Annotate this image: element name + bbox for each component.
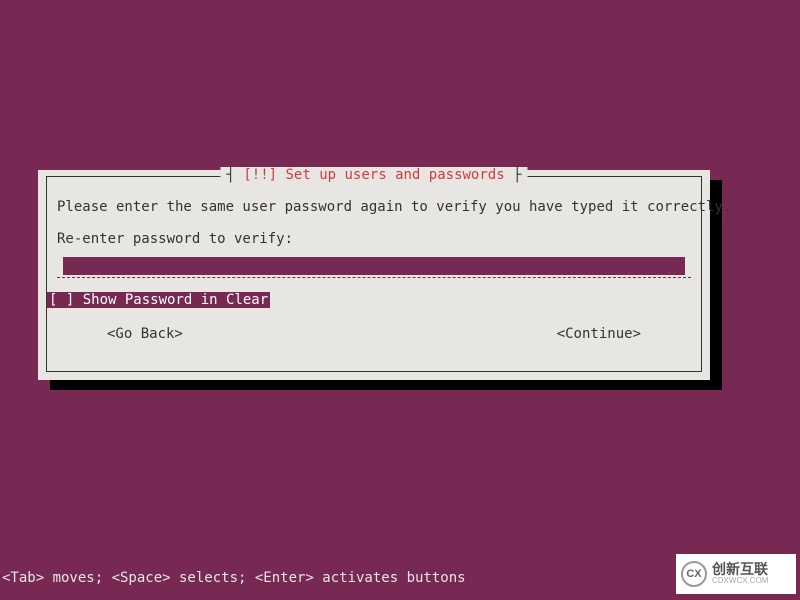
title-frame-right: ├ [505,167,522,183]
help-line: <Tab> moves; <Space> selects; <Enter> ac… [2,570,466,586]
title-frame-left: ┤ [226,167,243,183]
checkbox-indicator: [ ] [49,292,83,308]
show-password-checkbox[interactable]: [ ] Show Password in Clear [47,292,270,308]
dialog-title: ┤ [!!] Set up users and passwords ├ [220,167,527,183]
watermark-name: 创新互联 [712,562,768,577]
dialog-frame: ┤ [!!] Set up users and passwords ├ Plea… [46,176,702,372]
watermark-url: CDXWCX.COM [712,577,768,586]
title-alert-mark: [!!] [243,167,285,183]
checkbox-label: Show Password in Clear [83,292,268,308]
password-label: Re-enter password to verify: [57,231,691,247]
password-input[interactable] [63,257,685,275]
watermark: CX 创新互联 CDXWCX.COM [676,554,796,594]
instruction-text: Please enter the same user password agai… [57,199,691,215]
continue-button[interactable]: <Continue> [557,326,641,342]
password-input-row [57,257,691,278]
title-text: Set up users and passwords [286,167,505,183]
watermark-logo-icon: CX [681,561,707,587]
watermark-text: 创新互联 CDXWCX.COM [712,562,768,586]
password-dialog: ┤ [!!] Set up users and passwords ├ Plea… [38,170,710,380]
go-back-button[interactable]: <Go Back> [107,326,183,342]
buttons-row: <Go Back> <Continue> [57,326,691,342]
